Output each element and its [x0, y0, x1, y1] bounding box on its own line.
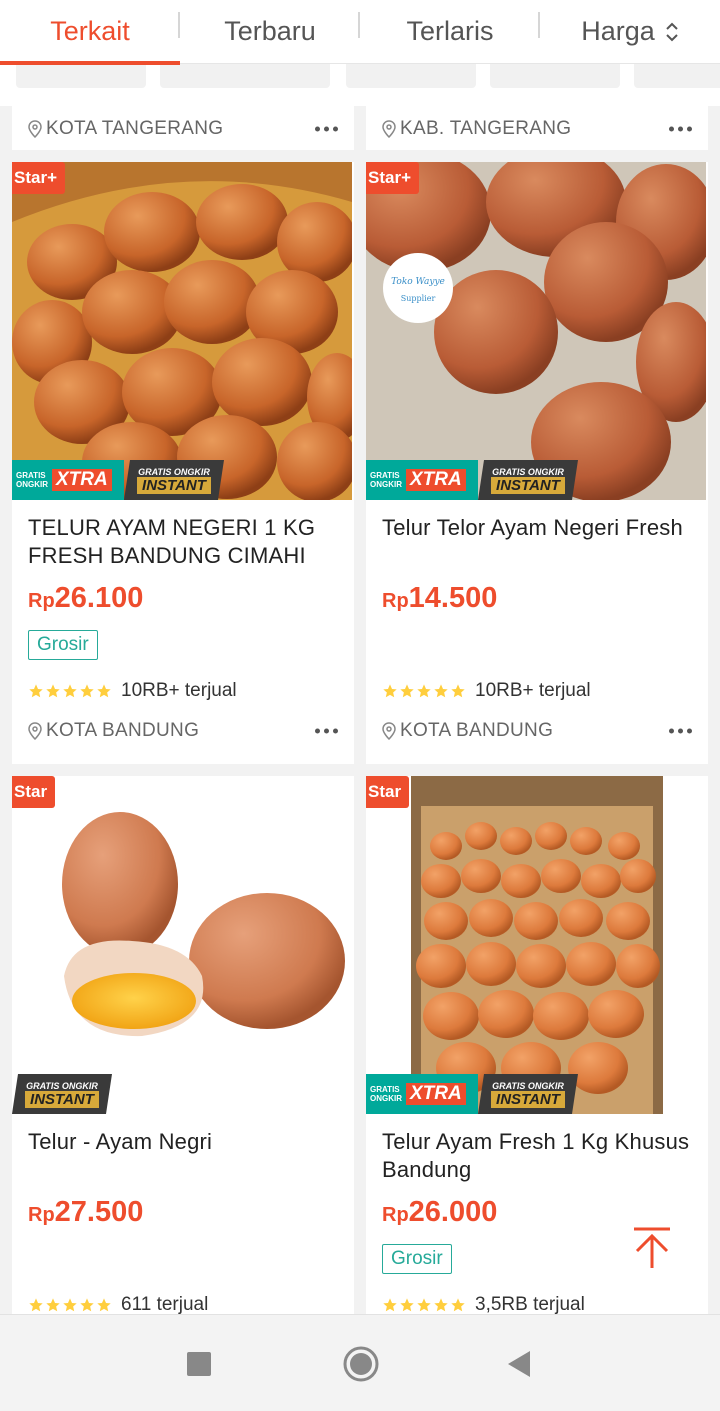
location-text: KOTA BANDUNG: [400, 720, 554, 741]
product-image[interactable]: GRATIS ONGKIR XTRA GRATIS ONGKIR INSTANT: [12, 162, 352, 500]
star-seller-badge: Star: [366, 776, 410, 814]
location-pin-icon: [382, 120, 396, 138]
location-row: KOTA BANDUNG: [28, 720, 338, 742]
square-icon: [187, 1352, 211, 1376]
free-shipping-xtra-badge: GRATIS ONGKIR XTRA: [366, 1074, 478, 1114]
product-title: Telur Ayam Fresh 1 Kg Khusus Bandung: [382, 1129, 690, 1182]
svg-text:Supplier: Supplier: [401, 294, 436, 303]
shipping-badges: GRATIS ONGKIR XTRA GRATIS ONGKIR INSTANT: [366, 1074, 578, 1114]
arrow-up-icon: [634, 1227, 670, 1268]
svg-text:Toko Wayye: Toko Wayye: [391, 277, 445, 287]
location-row: KOTA TANGERANG: [28, 118, 338, 140]
sold-count: 611 terjual: [121, 1294, 209, 1315]
home-button[interactable]: [342, 1345, 380, 1388]
more-options-icon[interactable]: [315, 728, 338, 734]
rating-row: 611 terjual: [28, 1294, 208, 1316]
back-button[interactable]: [506, 1349, 532, 1384]
location-text: KOTA TANGERANG: [46, 118, 224, 139]
free-shipping-xtra-badge: GRATIS ONGKIR XTRA: [366, 460, 478, 500]
shipping-badges: GRATIS ONGKIR XTRA GRATIS ONGKIR INSTANT: [12, 460, 224, 500]
more-options-icon[interactable]: [315, 126, 338, 132]
sort-updown-icon: [665, 21, 679, 43]
product-image[interactable]: GRATIS ONGKIR XTRA GRATIS ONGKIR INSTANT: [366, 776, 706, 1114]
system-navigation-bar: [0, 1314, 720, 1411]
product-image[interactable]: Toko Wayye Supplier GRATIS ONGKIR XTRA GR…: [366, 162, 706, 500]
star-seller-badge: Star+: [366, 162, 419, 194]
free-shipping-instant-badge: GRATIS ONGKIR INSTANT: [124, 460, 224, 500]
location-pin-icon: [382, 722, 396, 740]
product-price: Rp27.500: [28, 1196, 144, 1228]
rating-stars-icon: [382, 1297, 466, 1313]
filter-chip[interactable]: [490, 64, 620, 88]
rating-row: 3,5RB terjual: [382, 1294, 585, 1316]
sold-count: 3,5RB terjual: [475, 1294, 585, 1315]
tab-label: Terkait: [50, 16, 130, 46]
location-pin-icon: [28, 722, 42, 740]
product-title: TELUR AYAM NEGERI 1 KG FRESH BANDUNG CIM…: [28, 515, 316, 568]
product-price: Rp26.100: [28, 582, 144, 614]
filter-chip[interactable]: [160, 64, 330, 88]
sold-count: 10RB+ terjual: [475, 680, 591, 701]
filter-chip-row: [0, 64, 720, 106]
filter-chip[interactable]: [16, 64, 146, 88]
product-title: Telur Telor Ayam Negeri Fresh: [382, 515, 683, 540]
location-text: KOTA BANDUNG: [46, 720, 200, 741]
tab-label: Terlaris: [406, 16, 494, 46]
product-price: Rp14.500: [382, 582, 498, 614]
rating-row: 10RB+ terjual: [382, 680, 591, 702]
product-card-partial[interactable]: KAB. TANGERANG: [366, 106, 708, 150]
filter-chip[interactable]: [346, 64, 476, 88]
product-card[interactable]: GRATIS ONGKIR INSTANT Star Telur - Ayam N…: [12, 776, 354, 1316]
sold-count: 10RB+ terjual: [121, 680, 237, 701]
shipping-badges: GRATIS ONGKIR XTRA GRATIS ONGKIR INSTANT: [366, 460, 578, 500]
star-seller-badge: Star: [12, 776, 56, 814]
tab-terbaru[interactable]: Terbaru: [180, 0, 360, 64]
tab-harga[interactable]: Harga: [540, 0, 720, 64]
product-card[interactable]: Toko Wayye Supplier GRATIS ONGKIR XTRA GR…: [366, 162, 708, 764]
sort-tab-bar: Terkait Terbaru Terlaris Harga: [0, 0, 720, 65]
product-card-partial[interactable]: KOTA TANGERANG: [12, 106, 354, 150]
star-seller-badge: Star+: [12, 162, 65, 194]
free-shipping-instant-badge: GRATIS ONGKIR INSTANT: [478, 460, 578, 500]
shipping-badges: GRATIS ONGKIR INSTANT: [12, 1074, 112, 1114]
rating-stars-icon: [382, 683, 466, 699]
location-row: KOTA BANDUNG: [382, 720, 692, 742]
circle-home-icon: [343, 1346, 379, 1382]
more-options-icon[interactable]: [669, 728, 692, 734]
product-card[interactable]: GRATIS ONGKIR XTRA GRATIS ONGKIR INSTANT S…: [12, 162, 354, 764]
free-shipping-xtra-badge: GRATIS ONGKIR XTRA: [12, 460, 124, 500]
free-shipping-instant-badge: GRATIS ONGKIR INSTANT: [12, 1074, 112, 1114]
product-price: Rp26.000: [382, 1196, 498, 1228]
tab-terlaris[interactable]: Terlaris: [360, 0, 540, 64]
grosir-label: Grosir: [382, 1244, 452, 1274]
product-image[interactable]: GRATIS ONGKIR INSTANT: [12, 776, 352, 1114]
rating-stars-icon: [28, 683, 112, 699]
grosir-label: Grosir: [28, 630, 98, 660]
tab-label: Terbaru: [224, 16, 316, 46]
filter-chip[interactable]: [634, 64, 720, 88]
more-options-icon[interactable]: [669, 126, 692, 132]
free-shipping-instant-badge: GRATIS ONGKIR INSTANT: [478, 1074, 578, 1114]
location-text: KAB. TANGERANG: [400, 118, 572, 139]
tab-terkait[interactable]: Terkait: [0, 0, 180, 65]
location-row: KAB. TANGERANG: [382, 118, 692, 140]
rating-row: 10RB+ terjual: [28, 680, 237, 702]
product-title: Telur - Ayam Negri: [28, 1129, 213, 1154]
recent-apps-button[interactable]: [186, 1351, 212, 1382]
back-to-top-button[interactable]: [632, 1226, 672, 1270]
location-pin-icon: [28, 120, 42, 138]
triangle-back-icon: [508, 1351, 530, 1377]
tab-label: Harga: [581, 16, 655, 46]
rating-stars-icon: [28, 1297, 112, 1313]
